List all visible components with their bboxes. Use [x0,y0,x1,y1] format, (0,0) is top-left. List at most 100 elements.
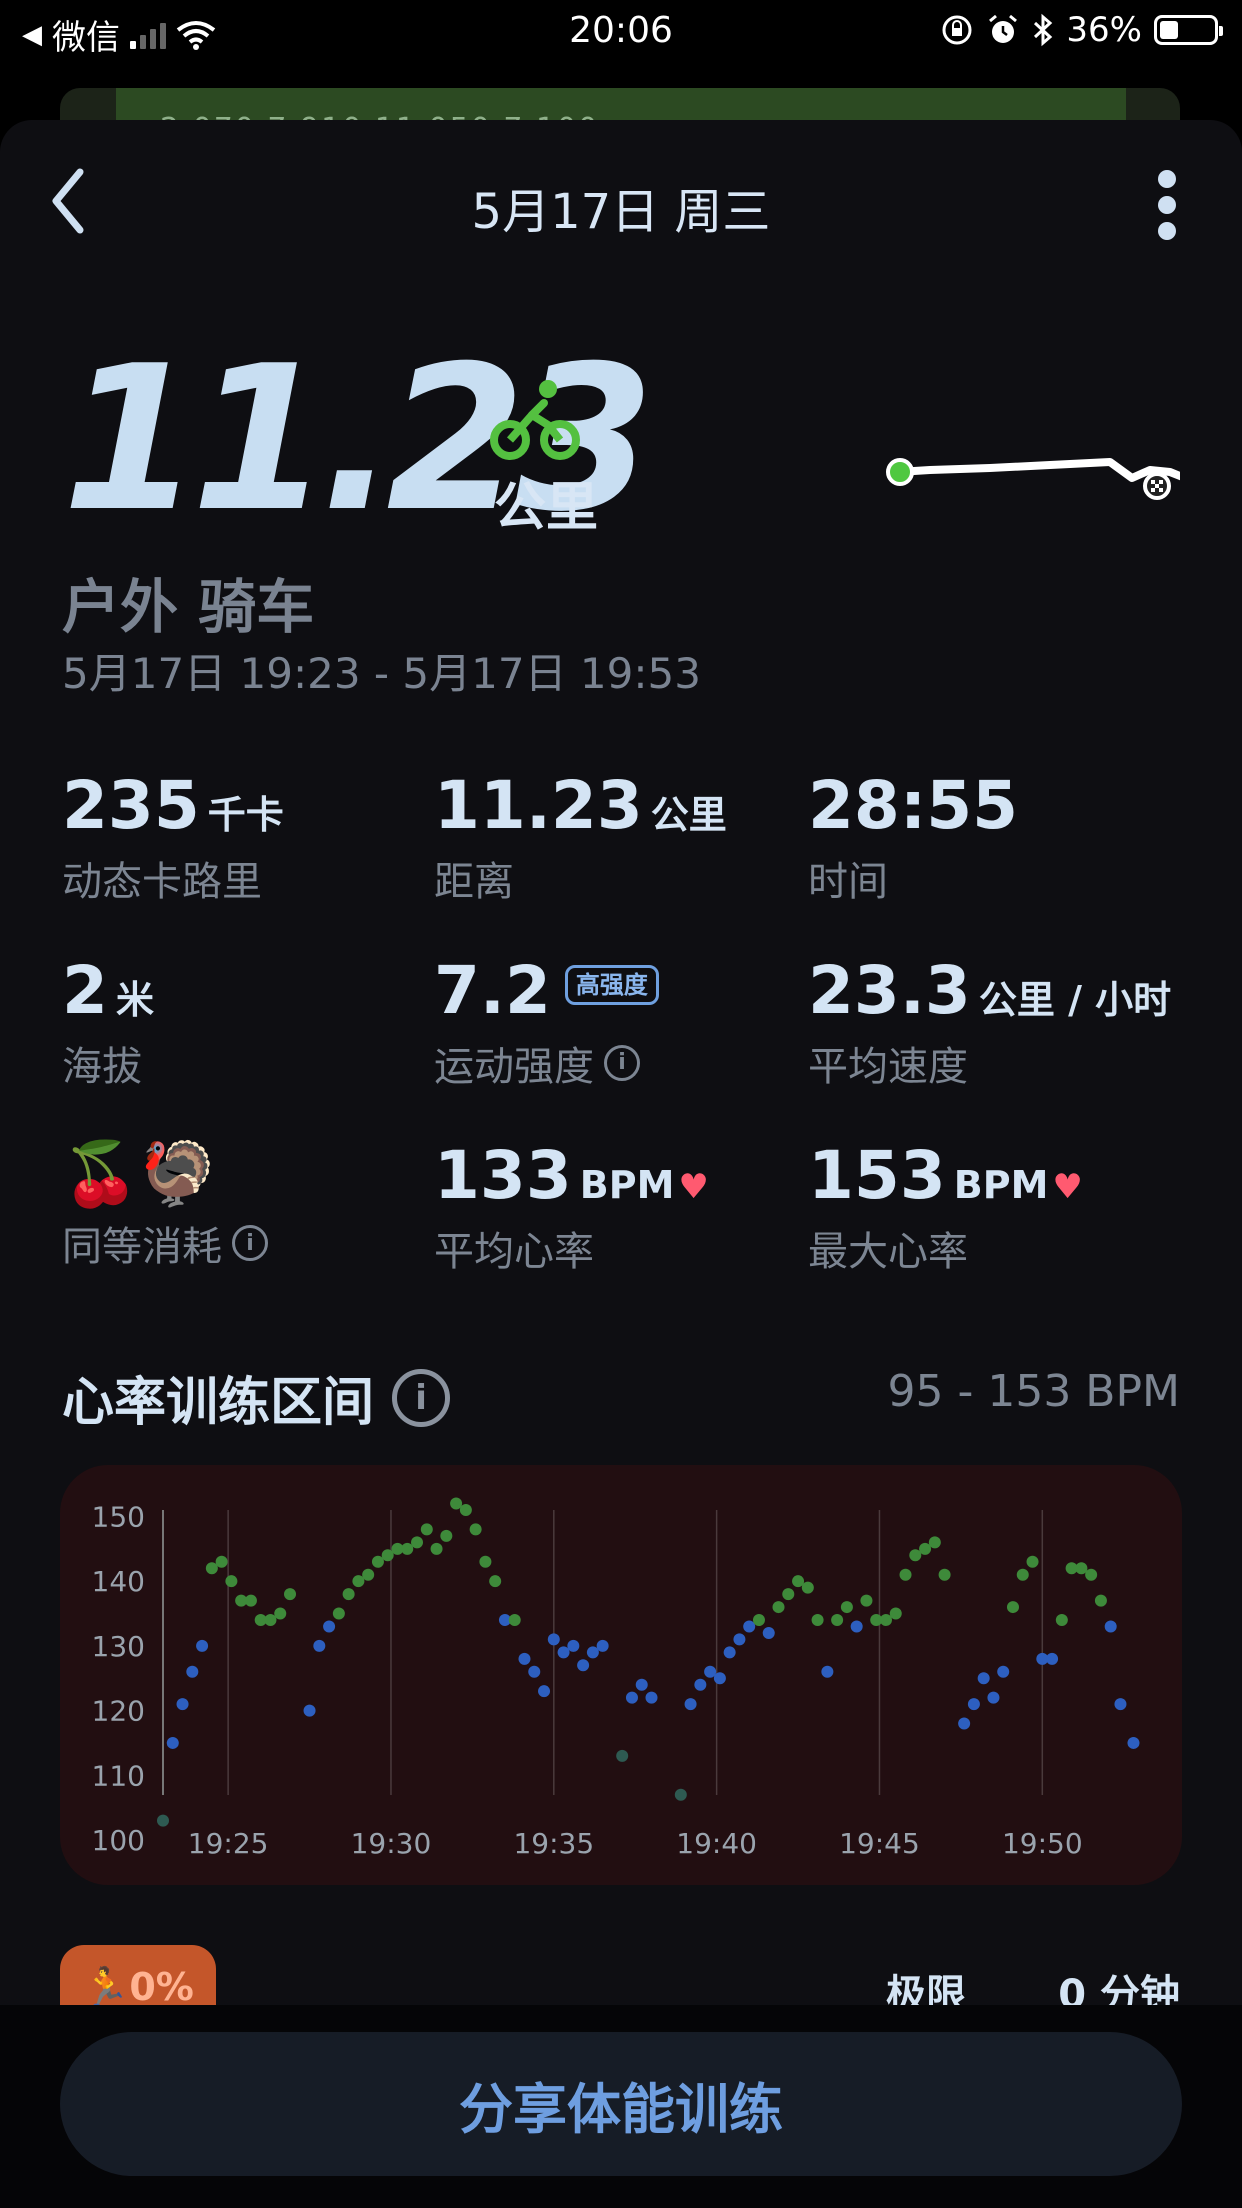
hr-data-point [811,1614,824,1627]
stat-value: 153 [808,1137,946,1214]
hr-data-point [850,1620,863,1633]
stat-unit: 米 [115,978,154,1022]
hr-data-point [469,1523,482,1536]
y-tick-label: 120 [92,1695,145,1728]
hr-data-point [196,1639,209,1652]
hr-data-point [518,1652,531,1665]
hr-data-point [772,1601,785,1614]
hr-data-point [967,1698,980,1711]
stat-unit: BPM [579,1163,675,1207]
hr-data-point [713,1672,726,1685]
stat-label: 海拔 [62,1043,142,1090]
info-icon[interactable]: i [604,1044,640,1081]
workout-date-range: 5月17日 19:23 - 5月17日 19:53 [62,649,701,698]
hr-data-point [362,1568,375,1581]
distance-hero-unit: 公里 [494,478,599,538]
hr-data-point [596,1639,609,1652]
hr-data-point [244,1594,257,1607]
alarm-icon [989,14,1018,43]
runner-icon: 🏃 [82,1965,130,2009]
route-map-thumbnail[interactable] [870,450,1180,540]
hr-data-point [1104,1620,1117,1633]
bluetooth-icon [1034,13,1053,47]
hr-data-point [625,1691,638,1704]
hr-data-point [694,1678,707,1691]
hr-data-point [616,1749,629,1762]
y-tick-label: 140 [92,1565,145,1598]
share-workout-button[interactable]: 分享体能训练 [60,2032,1182,2176]
hr-data-point [459,1504,472,1517]
hr-data-point [684,1698,697,1711]
hr-zones-info-icon[interactable]: i [392,1368,451,1427]
x-tick-label: 19:40 [676,1827,757,1860]
hr-data-point [752,1614,765,1627]
x-tick-label: 19:45 [839,1827,920,1860]
stat-distance: 11.23 公里 距离 [434,769,794,907]
hr-data-point [909,1549,922,1562]
stat-value: 2 [62,952,108,1029]
hr-data-point [264,1614,277,1627]
hr-data-point [176,1698,189,1711]
stat-value: 7.2 [434,952,551,1029]
hr-data-point [899,1568,912,1581]
hr-data-point [215,1555,228,1568]
hr-data-point [928,1536,941,1549]
hr-data-point [743,1620,756,1633]
hr-data-point [997,1665,1010,1678]
hr-range: 95 - 153 BPM [887,1366,1181,1417]
hr-zones-title-text: 心率训练区间 [62,1373,375,1433]
hr-data-point [557,1646,570,1659]
food-equivalent-icons: 🍒🦃 [62,1137,217,1210]
info-icon[interactable]: i [232,1225,268,1262]
heart-rate-chart[interactable]: 19:25 19:30 19:35 19:40 19:45 19:50 150 140 130 1… [60,1465,1182,1885]
hr-data-point [323,1620,336,1633]
rotation-lock-icon [942,15,972,45]
x-tick-label: 19:30 [351,1827,432,1860]
hr-data-point [733,1633,746,1646]
hr-data-point [889,1607,902,1620]
hr-data-point [420,1523,433,1536]
hr-data-point [450,1497,463,1510]
heart-rate-chart-svg: 19:25 19:30 19:35 19:40 19:45 19:50 150 140 130 1… [92,1497,1140,1860]
x-tick-label: 19:35 [513,1827,594,1860]
hr-data-point [792,1575,805,1588]
more-options-icon[interactable] [1152,170,1182,240]
hr-data-point [674,1788,687,1801]
hr-data-point [1094,1594,1107,1607]
hr-data-point [1127,1736,1140,1749]
status-right: 36% [940,10,1223,50]
zone-percent: 0% [129,1965,194,2009]
hr-data-point [958,1717,971,1730]
hr-data-point [166,1736,179,1749]
hr-data-point [342,1588,355,1601]
hr-data-point [538,1685,551,1698]
stat-label: 平均心率 [434,1228,594,1275]
stat-label: 距离 [434,858,514,905]
activity-type: 户外 骑车 [62,573,315,641]
stat-effort[interactable]: 7.2 高强度 运动强度 i [434,952,794,1092]
hr-data-point [430,1542,443,1555]
stat-unit: 公里 [650,793,727,837]
stat-label: 平均速度 [808,1043,968,1090]
hr-data-point [225,1575,238,1588]
hr-data-point [831,1614,844,1627]
y-tick-label: 100 [92,1824,145,1857]
hr-data-point [1085,1568,1098,1581]
hr-data-point [860,1594,873,1607]
hr-data-point [762,1626,775,1639]
hr-data-point [489,1575,502,1588]
stat-elevation: 2米 海拔 [62,952,422,1092]
heart-icon: ♥ [678,1167,709,1207]
hr-data-point [508,1614,521,1627]
y-tick-label: 150 [92,1500,145,1533]
x-tick-label: 19:50 [1002,1827,1083,1860]
stat-value: 28:55 [808,767,1019,844]
stat-label: 同等消耗 [62,1224,222,1271]
hr-data-point [528,1665,541,1678]
hr-data-point [547,1633,560,1646]
stat-max-heart-rate: 153 BPM ♥ 最大心率 [808,1137,1168,1277]
hr-data-point [1026,1555,1039,1568]
hr-data-point [879,1614,892,1627]
stat-food-equivalent[interactable]: 🍒🦃 同等消耗 i [62,1137,422,1272]
hr-zones-title: 心率训练区间 i [62,1360,451,1435]
